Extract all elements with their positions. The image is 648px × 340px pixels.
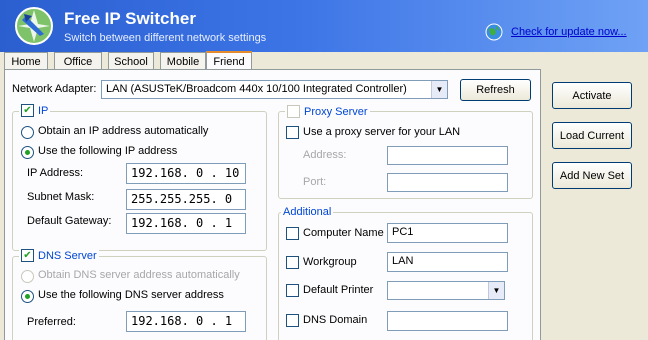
tab-office[interactable]: Office [54,52,102,70]
checkmark-icon: ✔ [23,249,32,261]
gateway-field[interactable]: 192.168. 0 . 1 [126,213,246,234]
dns-enable-checkbox[interactable]: ✔ [21,249,34,262]
dns-auto-label: Obtain DNS server address automatically [38,269,240,281]
proxy-address-field[interactable] [387,146,508,165]
settings-panel: Network Adapter: LAN (ASUSTeK/Broadcom 4… [4,69,541,340]
app-header: Free IP Switcher Switch between differen… [0,0,648,52]
dns-domain-checkbox[interactable] [286,314,299,327]
use-proxy-label: Use a proxy server for your LAN [303,126,461,138]
tab-friend[interactable]: Friend [206,51,252,71]
default-printer-checkbox[interactable] [286,284,299,297]
ip-enable-checkbox[interactable]: ✔ [21,104,34,117]
computer-name-label: Computer Name [303,227,384,239]
activate-button[interactable]: Activate [552,82,632,109]
ip-address-field[interactable]: 192.168. 0 . 10 [126,163,246,184]
adapter-select[interactable]: LAN (ASUSTeK/Broadcom 440x 10/100 Integr… [101,80,448,99]
app-subtitle: Switch between different network setting… [64,32,267,44]
subnet-mask-label: Subnet Mask: [27,191,95,203]
dns-group-title: ✔ DNS Server [19,249,99,262]
dns-manual-radio[interactable] [21,290,34,303]
network-switch-logo-icon [15,7,53,45]
dns-domain-field[interactable] [387,311,508,331]
load-current-button[interactable]: Load Current [552,122,632,149]
tab-home[interactable]: Home [4,52,48,70]
ip-group-label: IP [38,104,49,117]
workgroup-field[interactable]: LAN [387,252,508,272]
globe-update-icon[interactable] [485,23,503,41]
checkmark-icon: ✔ [23,104,32,116]
preferred-dns-field[interactable]: 192.168. 0 . 1 [126,311,246,332]
ip-manual-radio[interactable] [21,146,34,159]
ip-auto-label: Obtain an IP address automatically [38,125,209,137]
default-printer-select[interactable]: ▼ [387,281,505,300]
proxy-port-field[interactable] [387,173,508,192]
refresh-button[interactable]: Refresh [460,79,531,101]
ip-manual-label: Use the following IP address [38,145,178,157]
add-new-set-button[interactable]: Add New Set [552,162,632,189]
adapter-label: Network Adapter: [12,83,97,95]
proxy-address-label: Address: [303,149,347,161]
dns-domain-label: DNS Domain [303,314,368,326]
chevron-down-icon[interactable]: ▼ [431,81,447,98]
subnet-mask-field[interactable]: 255.255.255. 0 [126,189,246,210]
check-update-link[interactable]: Check for update now... [511,26,627,38]
workgroup-checkbox[interactable] [286,256,299,269]
preferred-dns-label: Preferred: [27,316,76,328]
ip-auto-radio[interactable] [21,126,34,139]
workgroup-label: Workgroup [303,256,357,268]
computer-name-checkbox[interactable] [286,227,299,240]
dns-group-label: DNS Server [38,249,97,262]
dns-manual-label: Use the following DNS server address [38,289,224,301]
use-proxy-checkbox[interactable] [286,126,299,139]
tab-school[interactable]: School [108,52,154,70]
ip-address-label: IP Address: [27,167,84,179]
adapter-value: LAN (ASUSTeK/Broadcom 440x 10/100 Integr… [106,83,407,95]
gateway-label: Default Gateway: [27,215,112,227]
ip-group-title: ✔ IP [19,104,51,117]
dns-auto-radio[interactable] [21,270,34,283]
default-printer-label: Default Printer [303,284,374,296]
computer-name-field[interactable]: PC1 [387,223,508,243]
proxy-port-label: Port: [303,176,327,188]
tab-mobile[interactable]: Mobile [160,52,206,70]
chevron-down-icon[interactable]: ▼ [488,282,504,299]
app-title: Free IP Switcher [64,9,196,28]
additional-group-label: Additional [283,206,332,218]
additional-group-title: Additional [281,206,334,218]
proxy-group-title: Proxy Server [285,105,370,118]
proxy-enable-checkbox[interactable] [287,105,300,118]
proxy-group-label: Proxy Server [304,105,368,118]
